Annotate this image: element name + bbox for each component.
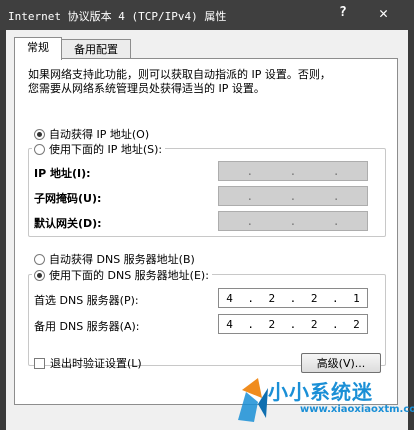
preferred-dns-field[interactable]: 4. 2. 2. 1 — [218, 288, 368, 308]
tab-general[interactable]: 常规 — [14, 37, 62, 60]
preferred-dns-label: 首选 DNS 服务器(P): — [34, 294, 139, 307]
dot: . — [289, 317, 297, 331]
dot: . — [332, 214, 340, 228]
octet: 2 — [353, 317, 360, 331]
subnet-mask-field: . . . — [218, 186, 368, 206]
octet: 4 — [226, 291, 233, 305]
description-line-2: 您需要从网络系统管理员处获得适当的 IP 设置。 — [28, 82, 265, 95]
tab-strip: 常规 备用配置 — [14, 37, 394, 60]
octet: 4 — [226, 317, 233, 331]
auto-ip-label: 自动获得 IP 地址(O) — [49, 128, 150, 141]
watermark-url: www.xiaoxiaoxtm.com — [300, 404, 414, 415]
radio-unselected-icon — [34, 253, 45, 265]
alternate-dns-label: 备用 DNS 服务器(A): — [34, 320, 140, 333]
checkbox-unchecked-icon — [34, 357, 45, 369]
dot: . — [289, 164, 297, 178]
title-bar: Internet 协议版本 4 (TCP/IPv4) 属性 ? ✕ — [0, 0, 414, 30]
ip-address-label: IP 地址(I): — [34, 167, 91, 180]
window-title: Internet 协议版本 4 (TCP/IPv4) 属性 — [8, 10, 227, 23]
octet: 2 — [310, 291, 318, 305]
watermark-text: 小小系统迷 — [268, 380, 373, 404]
manual-dns-radio[interactable]: 使用下面的 DNS 服务器地址(E): — [32, 267, 212, 283]
description-text: 如果网络支持此功能，则可以获取自动指派的 IP 设置。否则， 您需要从网络系统管… — [28, 68, 331, 96]
validate-on-exit-checkbox[interactable]: 退出时验证设置(L) — [34, 355, 142, 371]
dot: . — [289, 189, 297, 203]
radio-selected-icon — [34, 128, 45, 140]
dot: . — [246, 164, 254, 178]
dot: . — [332, 189, 340, 203]
radio-selected-icon — [34, 269, 45, 281]
auto-dns-radio[interactable]: 自动获得 DNS 服务器地址(B) — [34, 251, 195, 267]
octet: 2 — [268, 291, 276, 305]
tab-alternate-config[interactable]: 备用配置 — [61, 39, 131, 60]
ip-address-field: . . . — [218, 161, 368, 181]
auto-ip-radio[interactable]: 自动获得 IP 地址(O) — [34, 126, 149, 142]
dot: . — [247, 317, 255, 331]
octet: 2 — [310, 317, 318, 331]
dot: . — [289, 214, 297, 228]
description-line-1: 如果网络支持此功能，则可以获取自动指派的 IP 设置。否则， — [28, 68, 331, 81]
manual-ip-label: 使用下面的 IP 地址(S): — [49, 143, 163, 156]
manual-dns-label: 使用下面的 DNS 服务器地址(E): — [49, 269, 209, 282]
dot: . — [332, 164, 340, 178]
alternate-dns-field[interactable]: 4. 2. 2. 2 — [218, 314, 368, 334]
dot: . — [247, 291, 255, 305]
manual-ip-radio[interactable]: 使用下面的 IP 地址(S): — [32, 141, 166, 157]
validate-on-exit-label: 退出时验证设置(L) — [50, 357, 142, 370]
default-gateway-field: . . . — [218, 211, 368, 231]
octet: 1 — [353, 291, 360, 305]
subnet-mask-label: 子网掩码(U): — [34, 192, 102, 205]
dot: . — [246, 189, 254, 203]
dialog-client: 常规 备用配置 如果网络支持此功能，则可以获取自动指派的 IP 设置。否则， 您… — [6, 30, 408, 430]
octet: 2 — [268, 317, 276, 331]
help-icon[interactable]: ? — [339, 5, 347, 20]
advanced-button[interactable]: 高级(V)... — [301, 353, 381, 373]
dot: . — [331, 317, 339, 331]
general-panel: 如果网络支持此功能，则可以获取自动指派的 IP 设置。否则， 您需要从网络系统管… — [14, 58, 398, 405]
radio-unselected-icon — [34, 143, 45, 155]
default-gateway-label: 默认网关(D): — [34, 217, 102, 230]
dot: . — [331, 291, 339, 305]
dot: . — [289, 291, 297, 305]
close-icon[interactable]: ✕ — [379, 4, 388, 22]
dot: . — [246, 214, 254, 228]
auto-dns-label: 自动获得 DNS 服务器地址(B) — [49, 253, 195, 266]
